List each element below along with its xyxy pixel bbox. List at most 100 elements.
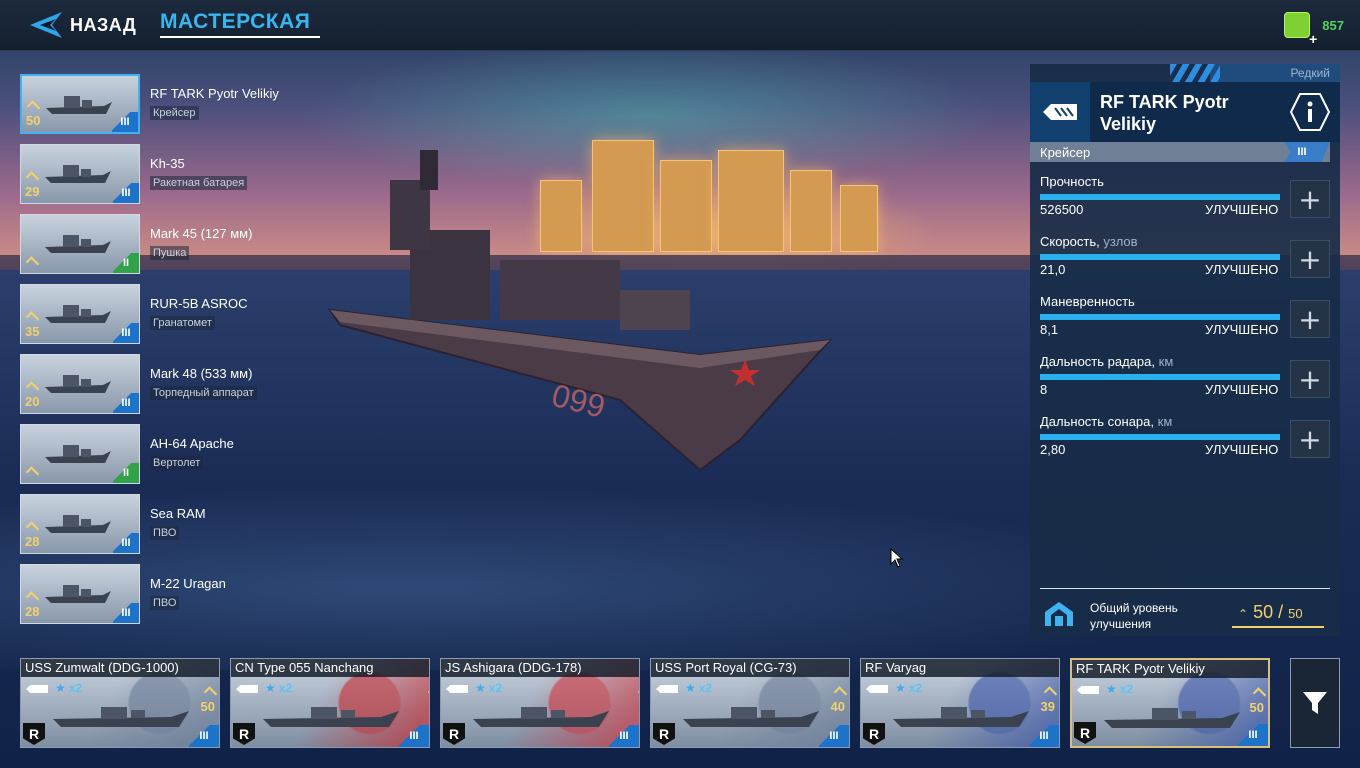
upgrade-plus-button[interactable]: + [1290,240,1330,278]
total-upgrade-value: ⌃ 50 / 50 [1238,602,1303,622]
stat-value: 8,1 [1040,322,1059,337]
ship-level: 39 [1040,699,1055,714]
back-arrow-icon [30,12,62,38]
stat-label: Дальность радара, км [1040,354,1174,369]
stat-progress-bar [1040,314,1280,320]
stat-label: Дальность сонара, км [1040,414,1173,429]
star-icon: ★ [265,681,276,695]
stat-row: Дальность радара, км 8 УЛУЧШЕНО + [1040,354,1330,414]
ship-class-icon [866,685,888,693]
ship-class-icon [446,685,468,693]
ship-card[interactable]: RF Varyag ★ x2 39 R III [860,658,1060,748]
stat-progress-bar [1040,374,1280,380]
total-divider [1040,588,1330,589]
equipment-thumbnail: 35 III [20,284,140,344]
item-name: RUR-5B ASROC [150,296,248,311]
equipment-thumbnail: 50 III [20,74,140,134]
ship-level: 40 [830,699,845,714]
stat-status: УЛУЧШЕНО [1205,322,1279,337]
ship-card-name: CN Type 055 Nanchang [231,659,429,677]
ship-model-icon [1104,708,1240,728]
filter-button[interactable] [1290,658,1340,748]
stat-row: Дальность сонара, км 2,80 УЛУЧШЕНО + [1040,414,1330,474]
page-title: МАСТЕРСКАЯ [160,10,311,33]
stat-unit: км [1158,354,1174,369]
item-level: 29 [25,184,40,199]
ship-card[interactable]: RF TARK Pyotr Velikiy ★ x2 50 R III [1070,658,1270,748]
ship-model-icon [263,707,399,727]
torpedo-icon [45,375,111,393]
gun-turret-icon [45,235,111,253]
star-icon: ★ [685,681,696,695]
equipment-item[interactable]: II Mark 45 (127 мм) Пушка [20,214,340,274]
upgrade-plus-button[interactable]: + [1290,300,1330,338]
ship-model-icon [53,707,189,727]
ship-class-icon [1077,686,1099,694]
stat-progress-bar [1040,434,1280,440]
stat-progress-fill [1040,434,1280,440]
item-tier: III [113,183,139,203]
ship-card[interactable]: USS Zumwalt (DDG-1000) ★ x2 50 R III [20,658,220,748]
item-level: 20 [25,394,40,409]
ship-header: RF TARK Pyotr Velikiy [1030,82,1340,142]
mouse-cursor-icon [890,548,904,568]
item-name: Sea RAM [150,506,206,521]
stat-progress-fill [1040,194,1280,200]
info-button[interactable] [1290,92,1330,132]
total-max: 50 [1288,606,1303,621]
upgrade-plus-button[interactable]: + [1290,420,1330,458]
equipment-item[interactable]: 20 III Mark 48 (533 мм) Торпедный аппара… [20,354,340,414]
item-tier: III [112,112,138,132]
item-tier: II [113,463,139,483]
ship-class-icon [236,685,258,693]
title-underline [160,36,320,38]
item-type: ПВО [150,526,180,540]
top-bar: НАЗАД МАСТЕРСКАЯ 857 [0,0,1360,51]
star-icon: ★ [475,681,486,695]
equipment-item[interactable]: 50 III RF TARK Pyotr Velikiy Крейсер [20,74,340,134]
info-icon [1307,101,1313,107]
item-type: Торпедный аппарат [150,386,257,400]
stat-status: УЛУЧШЕНО [1205,382,1279,397]
item-name: M-22 Uragan [150,576,226,591]
ship-class-icon [26,685,48,693]
ship-card-name: USS Port Royal (CG-73) [651,659,849,677]
item-name: RF TARK Pyotr Velikiy [150,86,279,101]
ship-tier: III [399,725,429,747]
ship-card[interactable]: CN Type 055 Nanchang ★ x2 R III [230,658,430,748]
equipment-item[interactable]: 28 III Sea RAM ПВО [20,494,340,554]
total-underline [1232,626,1324,628]
upgrade-plus-button[interactable]: + [1290,180,1330,218]
equipment-item[interactable]: 35 III RUR-5B ASROC Гранатомет [20,284,340,344]
stat-value: 526500 [1040,202,1084,217]
rarity-stripes [1170,64,1220,82]
missile-icon [45,165,111,183]
air-defense-icon [45,515,111,533]
equipment-item[interactable]: 29 III Kh-35 Ракетная батарея [20,144,340,204]
ship-stars: ★ x2 [265,681,293,695]
ship-card[interactable]: JS Ashigara (DDG-178) ★ x2 R III [440,658,640,748]
item-name: Mark 48 (533 мм) [150,366,253,381]
rarity-banner: Редкий [1170,64,1340,82]
item-type: Пушка [150,246,190,260]
item-type: ПВО [150,596,180,610]
equipment-item[interactable]: 28 III M-22 Uragan ПВО [20,564,340,624]
cruiser-icon [46,96,112,114]
equipment-item[interactable]: II AH-64 Apache Вертолет [20,424,340,484]
upgrade-plus-button[interactable]: + [1290,360,1330,398]
stat-label: Маневренность [1040,294,1135,309]
upgrade-level-icon [1045,602,1073,626]
star-icon: ★ [55,681,66,695]
stat-value: 8 [1040,382,1048,397]
stat-value: 2,80 [1040,442,1066,457]
back-button[interactable]: НАЗАД [28,10,136,40]
item-name: Kh-35 [150,156,185,171]
currency-display[interactable]: 857 [1284,12,1344,47]
ship-card[interactable]: USS Port Royal (CG-73) ★ x2 40 R III [650,658,850,748]
stat-label: Прочность [1040,174,1104,189]
ship-class-icon [656,685,678,693]
item-level: 35 [25,324,40,339]
equipment-thumbnail: II [20,214,140,274]
back-label: НАЗАД [70,14,137,35]
ship-stars: ★ x2 [55,681,83,695]
